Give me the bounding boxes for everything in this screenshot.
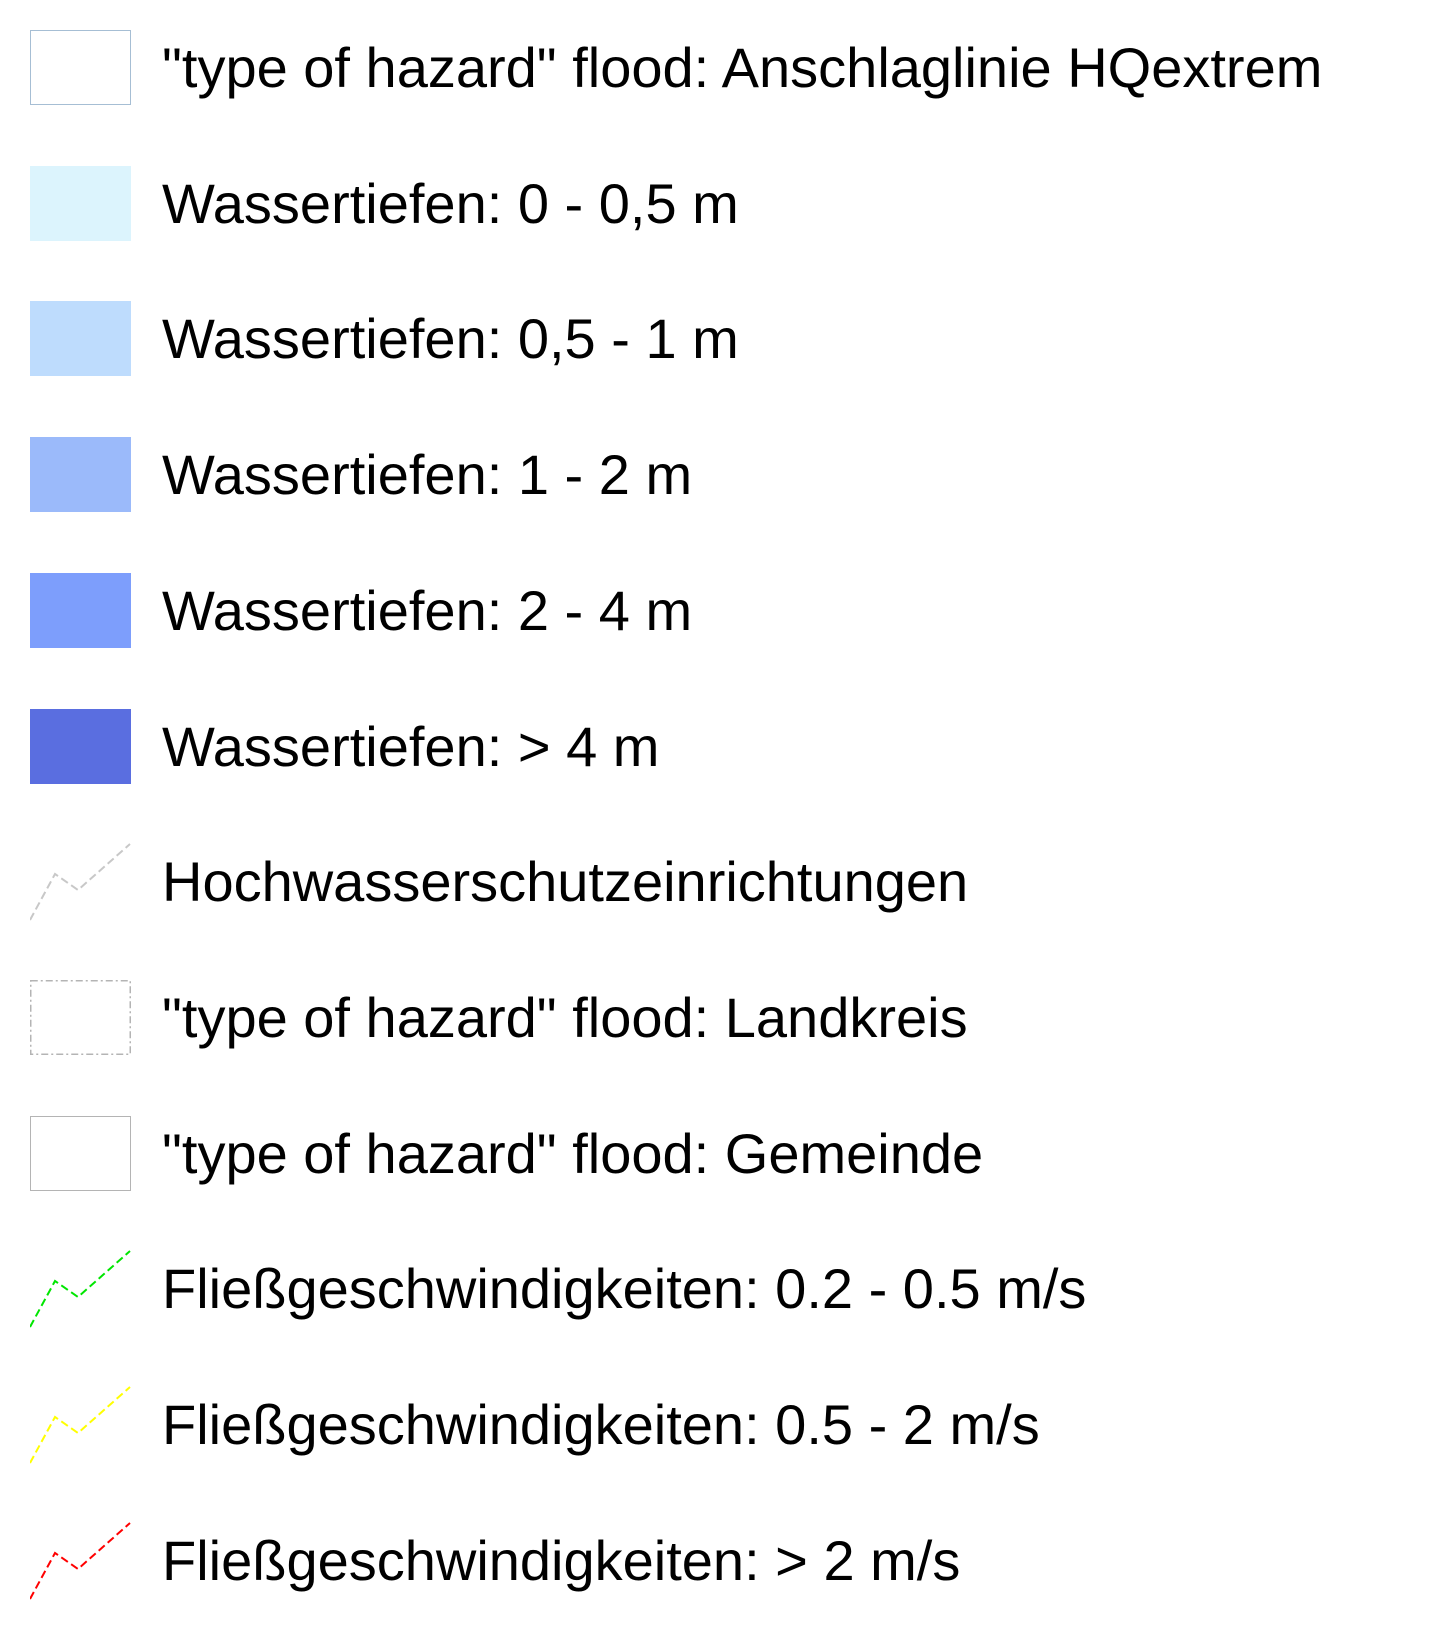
legend-item-gemeinde: "type of hazard" flood: Gemeinde	[0, 1116, 1440, 1236]
legend-label-depth-05-1: Wassertiefen: 0,5 - 1 m	[162, 307, 739, 370]
legend-label-hochwasserschutz: Hochwasserschutzeinrichtungen	[162, 850, 969, 913]
legend-item-hochwasserschutz: Hochwasserschutzeinrichtungen	[0, 843, 1440, 964]
legend-swatch-depth-2-4	[30, 573, 131, 648]
legend-swatch-depth-gt-4	[30, 709, 131, 784]
legend-label-gemeinde: "type of hazard" flood: Gemeinde	[162, 1122, 984, 1185]
legend-line-flow-05-2	[30, 1386, 131, 1464]
legend-swatch-depth-1-2	[30, 437, 131, 512]
legend-label-flow-05-2: Fließgeschwindigkeiten: 0.5 - 2 m/s	[162, 1393, 1040, 1456]
legend-label-depth-2-4: Wassertiefen: 2 - 4 m	[162, 579, 693, 642]
legend-swatch-landkreis	[30, 980, 131, 1055]
map-legend: "type of hazard" flood: Anschlaglinie HQ…	[0, 0, 1440, 1620]
legend-label-landkreis: "type of hazard" flood: Landkreis	[162, 986, 968, 1049]
legend-item-depth-gt-4: Wassertiefen: > 4 m	[0, 709, 1440, 829]
legend-swatch-gemeinde	[30, 1116, 131, 1191]
legend-swatch-depth-05-1	[30, 301, 131, 376]
legend-item-depth-05-1: Wassertiefen: 0,5 - 1 m	[0, 301, 1440, 421]
legend-line-flow-02-05	[30, 1250, 131, 1328]
legend-item-depth-1-2: Wassertiefen: 1 - 2 m	[0, 437, 1440, 557]
legend-item-anschlaglinie: "type of hazard" flood: Anschlaglinie HQ…	[0, 30, 1440, 150]
legend-line-flow-gt-2	[30, 1522, 131, 1600]
legend-swatch-depth-0-05	[30, 166, 131, 241]
legend-item-depth-2-4: Wassertiefen: 2 - 4 m	[0, 573, 1440, 693]
legend-item-landkreis: "type of hazard" flood: Landkreis	[0, 980, 1440, 1100]
legend-item-depth-0-05: Wassertiefen: 0 - 0,5 m	[0, 166, 1440, 286]
legend-label-depth-1-2: Wassertiefen: 1 - 2 m	[162, 443, 693, 506]
legend-line-hochwasserschutz	[30, 843, 131, 921]
legend-item-flow-05-2: Fließgeschwindigkeiten: 0.5 - 2 m/s	[0, 1386, 1440, 1507]
legend-label-depth-gt-4: Wassertiefen: > 4 m	[162, 715, 660, 778]
legend-label-depth-0-05: Wassertiefen: 0 - 0,5 m	[162, 172, 739, 235]
legend-item-flow-02-05: Fließgeschwindigkeiten: 0.2 - 0.5 m/s	[0, 1250, 1440, 1371]
legend-label-flow-gt-2: Fließgeschwindigkeiten: > 2 m/s	[162, 1529, 961, 1592]
legend-swatch-anschlaglinie	[30, 30, 131, 105]
legend-label-flow-02-05: Fließgeschwindigkeiten: 0.2 - 0.5 m/s	[162, 1257, 1087, 1320]
legend-label-anschlaglinie: "type of hazard" flood: Anschlaglinie HQ…	[162, 36, 1323, 99]
legend-item-flow-gt-2: Fließgeschwindigkeiten: > 2 m/s	[0, 1522, 1440, 1643]
